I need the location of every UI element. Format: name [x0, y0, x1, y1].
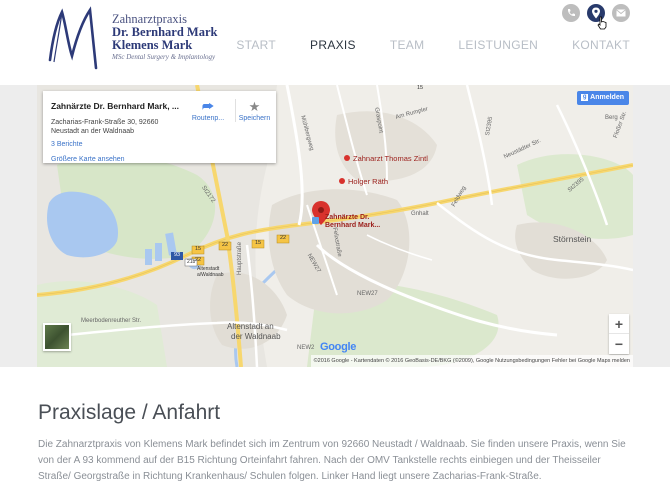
- shield-15-b: 15: [255, 240, 262, 246]
- shield-22-b: 22: [222, 242, 229, 248]
- directions-paragraph: Die Zahnarztpraxis von Klemens Mark befi…: [38, 439, 626, 482]
- road-label-berg: Berg: [605, 115, 618, 121]
- shield-22-a: 22: [195, 257, 202, 263]
- google-plus-icon: g: [581, 93, 589, 101]
- save-button-label: Speichern: [238, 115, 271, 122]
- google-map[interactable]: Zahnärzte Dr. Bernhard Mark... Zahnarzt …: [37, 85, 633, 367]
- nav-start[interactable]: START: [236, 38, 276, 52]
- road-label-haupt: Hauptstraße: [237, 241, 243, 275]
- signin-button[interactable]: g Anmelden: [577, 91, 629, 105]
- logo-text[interactable]: Zahnarztpraxis Dr. Bernhard Mark Klemens…: [112, 12, 217, 62]
- exit-label: Altenstadt a/Waldnaab: [197, 266, 224, 278]
- mail-icon[interactable]: [612, 4, 630, 22]
- zoom-controls: + −: [609, 314, 629, 354]
- nav-leistungen[interactable]: LEISTUNGEN: [458, 38, 538, 52]
- nav-team[interactable]: TEAM: [390, 38, 425, 52]
- nav-praxis[interactable]: PRAXIS: [310, 38, 356, 52]
- logo-subtitle: MSc Dental Surgery & Implantology: [112, 53, 216, 61]
- road-label-new2: NEW2: [297, 345, 315, 351]
- google-logo-text: Google: [320, 341, 357, 353]
- marker-label-line1: Zahnärzte Dr.: [325, 214, 370, 221]
- info-card-title: Zahnärzte Dr. Bernhard Mark, ...: [51, 101, 180, 111]
- google-logo: Google: [320, 341, 356, 353]
- site-header: Zahnarztpraxis Dr. Bernhard Mark Klemens…: [0, 0, 670, 85]
- bigger-map-link[interactable]: Größere Karte ansehen: [51, 156, 125, 163]
- map-attribution: ©2016 Google - Kartendaten © 2016 GeoBas…: [37, 355, 633, 367]
- save-button[interactable]: ★ Speichern: [235, 99, 273, 122]
- shield-15-a: 15: [195, 246, 202, 252]
- road-label-new27-b: NEW27: [357, 291, 378, 297]
- shield-21b: 21b: [187, 259, 196, 265]
- road-label-meerbodenreuther: Meerbodenreuther Str.: [81, 318, 142, 324]
- place-label-stoernstein: Störnstein: [553, 234, 592, 244]
- poi-label-zintl[interactable]: Zahnarzt Thomas Zintl: [353, 154, 428, 163]
- logo-practice-label: Zahnarztpraxis: [112, 12, 187, 26]
- star-icon: ★: [248, 99, 261, 114]
- poi-label-raeth[interactable]: Holger Räth: [348, 177, 388, 186]
- route-arrow-icon: ⮫: [201, 99, 215, 114]
- signin-label: Anmelden: [590, 94, 624, 101]
- shield-93: 93: [174, 252, 181, 258]
- map-info-card: Zahnärzte Dr. Bernhard Mark, ... Zachari…: [43, 91, 276, 163]
- attribution-text[interactable]: ©2016 Google - Kartendaten © 2016 GeoBas…: [310, 355, 633, 367]
- info-card-reviews-link[interactable]: 3 Berichte: [51, 141, 83, 148]
- route-button-label: Routenp...: [191, 115, 225, 122]
- main-nav: START PRAXIS TEAM LEISTUNGEN KONTAKT: [202, 38, 630, 52]
- shield-22-c: 22: [280, 235, 287, 241]
- place-label-altenstadt-2: der Waldnaab: [231, 332, 281, 341]
- road-label-gnhalt: Gnhalt: [411, 211, 429, 217]
- hand-cursor-icon: [597, 16, 607, 30]
- route-button[interactable]: ⮫ Routenp...: [187, 99, 229, 122]
- zoom-out-button[interactable]: −: [609, 334, 629, 354]
- info-card-address-line2: Neustadt an der Waldnaab: [51, 128, 135, 135]
- nav-kontakt[interactable]: KONTAKT: [572, 38, 630, 52]
- logo-mark-icon[interactable]: [46, 4, 106, 74]
- exit-label-line2: a/Waldnaab: [197, 272, 224, 278]
- place-label-altenstadt-1: Altenstadt an: [227, 322, 274, 331]
- phone-icon[interactable]: [562, 4, 580, 22]
- satellite-toggle[interactable]: [43, 323, 71, 351]
- shield-15-c: 15: [417, 85, 424, 91]
- map-section: Zahnärzte Dr. Bernhard Mark... Zahnarzt …: [0, 85, 670, 367]
- zoom-in-button[interactable]: +: [609, 314, 629, 334]
- page-title: Praxislage / Anfahrt: [38, 401, 221, 424]
- info-card-address-line1: Zacharias-Frank-Straße 30, 92660: [51, 119, 159, 126]
